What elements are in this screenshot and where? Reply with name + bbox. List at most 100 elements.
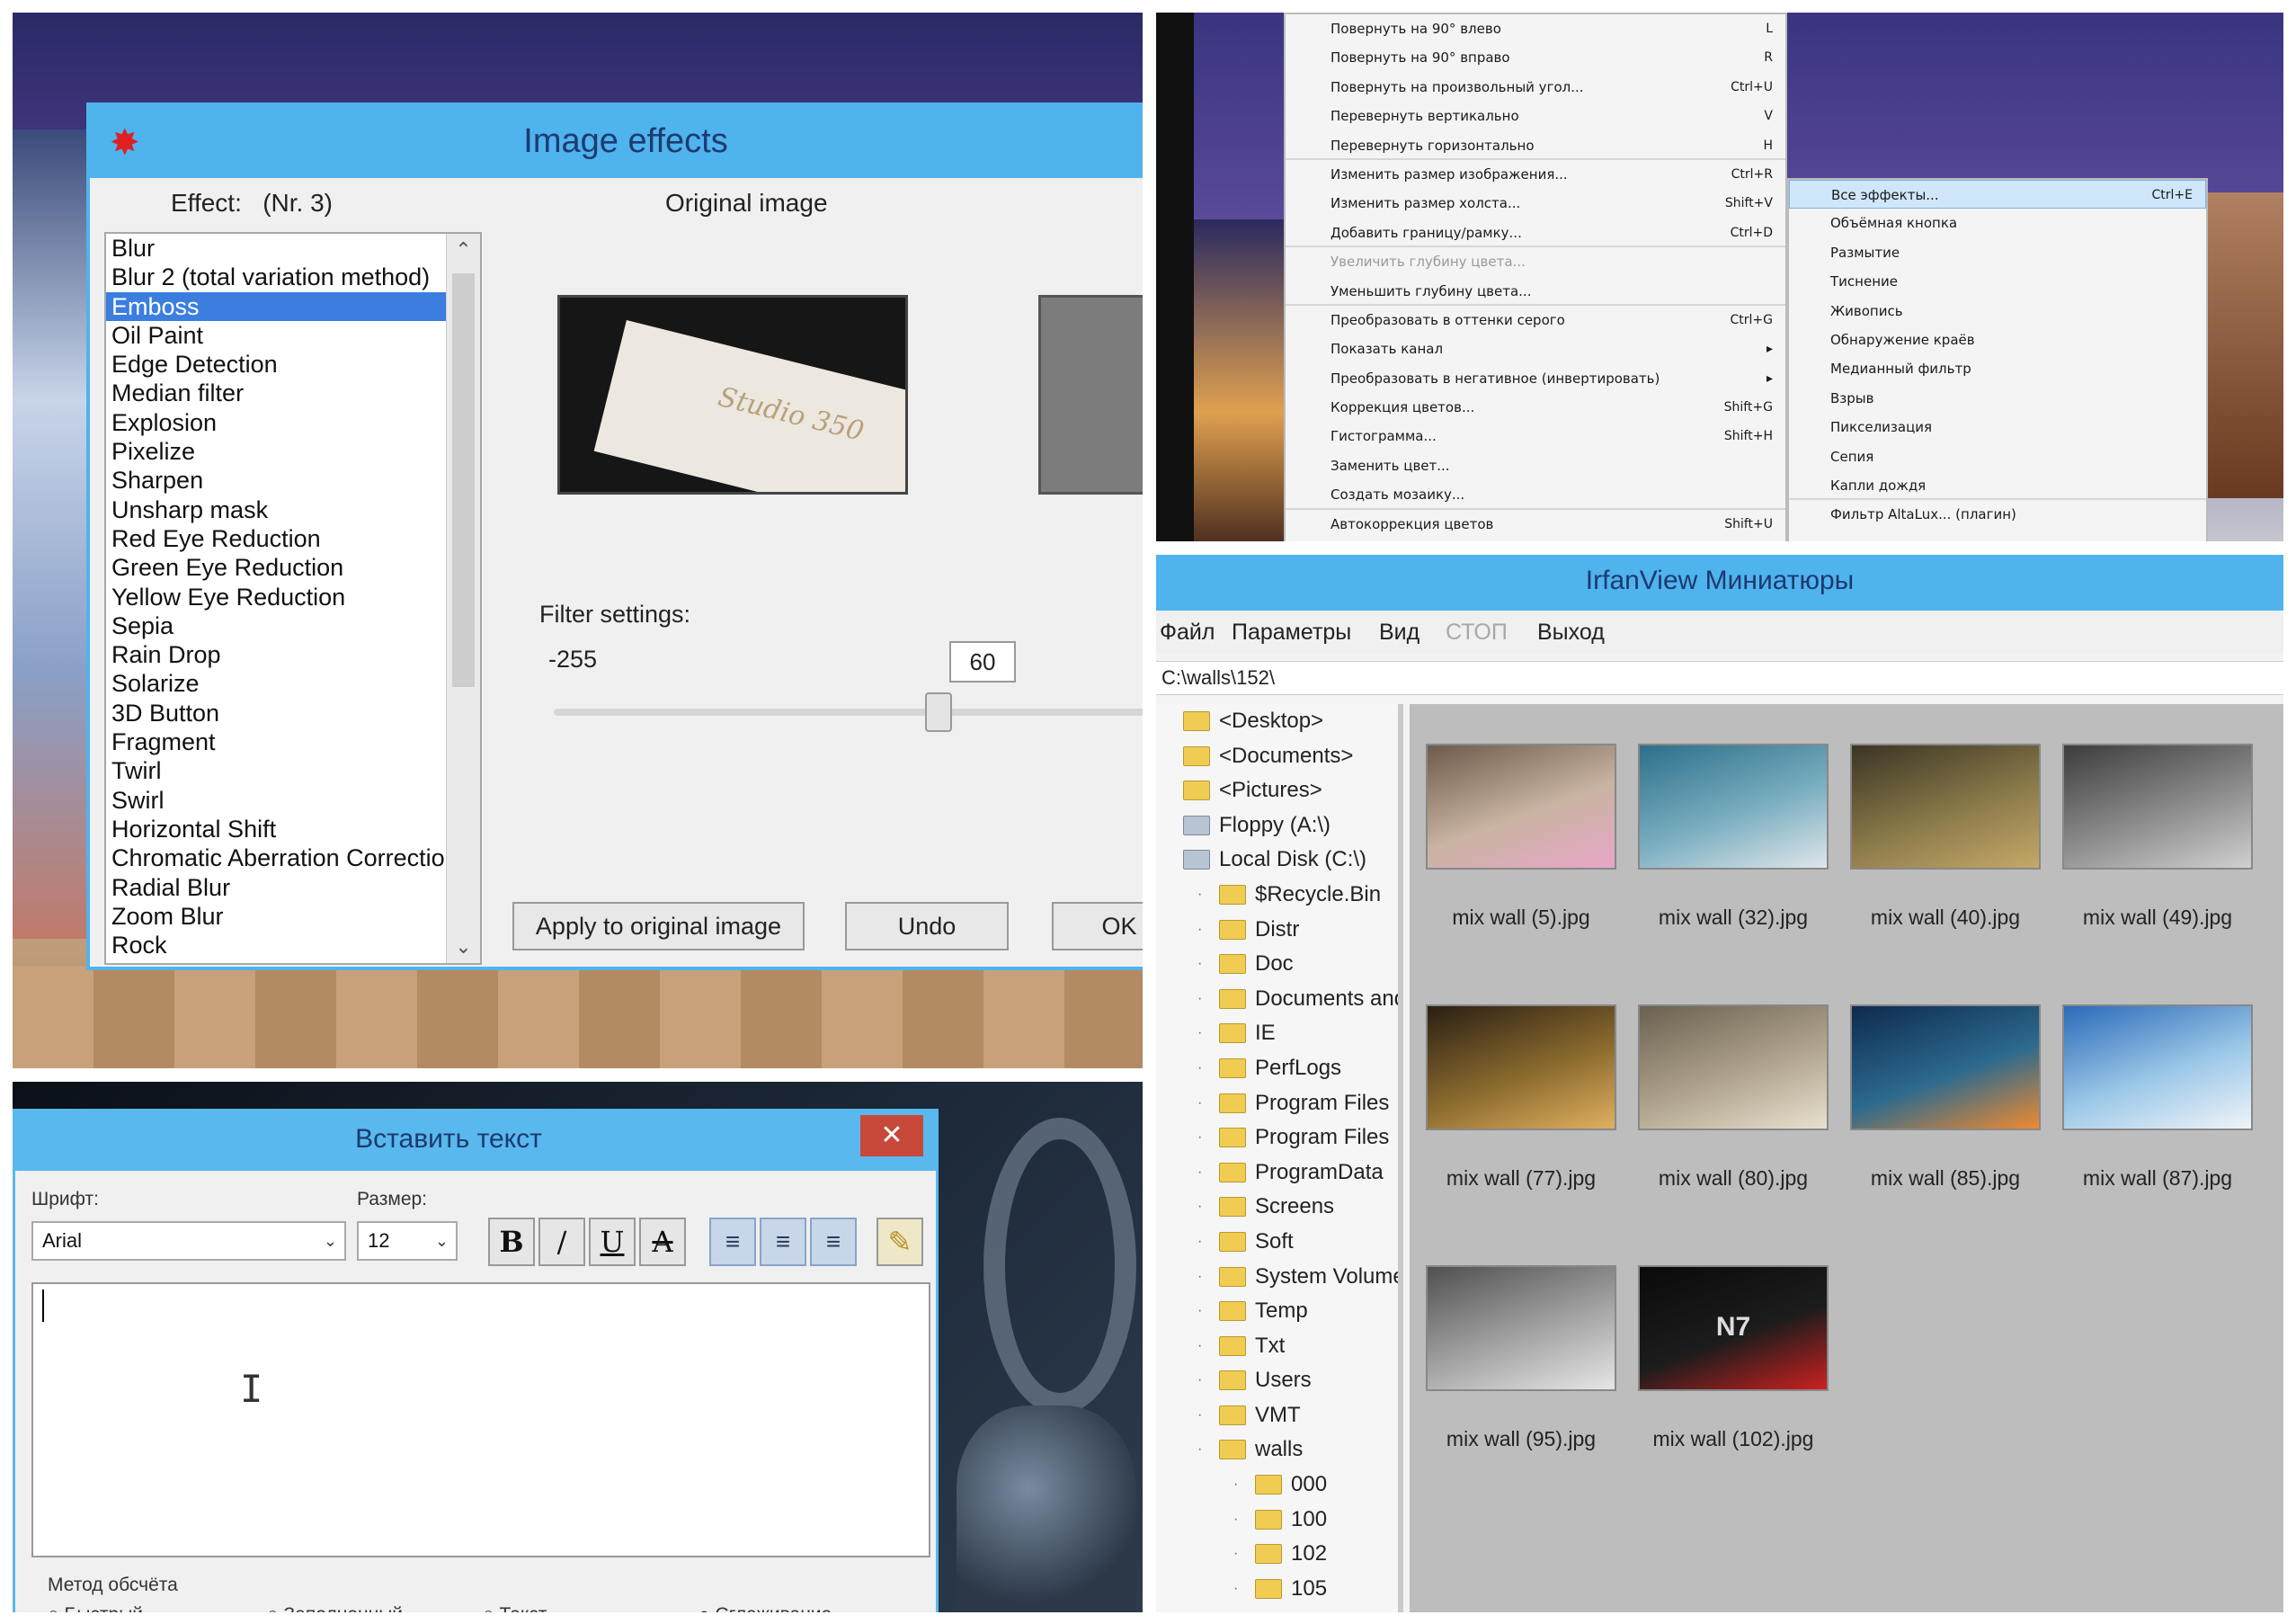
thumbnail-image[interactable] <box>1426 1265 1616 1391</box>
thumbnail-image[interactable] <box>1850 744 2041 870</box>
scroll-up-icon[interactable]: ⌃ <box>447 234 480 266</box>
effect-item[interactable]: Emboss <box>106 291 448 321</box>
thumbnail-image[interactable] <box>1426 1004 1616 1130</box>
menu-item[interactable]: Автокоррекция цветов Shift+U <box>1286 510 1785 539</box>
menu-item[interactable]: Преобразовать в оттенки серого Ctrl+G <box>1286 306 1785 335</box>
thumbnail-image[interactable] <box>1426 744 1616 870</box>
menu-item[interactable]: Тиснение <box>1789 267 2206 296</box>
tree-folder[interactable]: · Program Files <box>1156 1120 1398 1156</box>
menu-item[interactable]: Пикселизация <box>1789 413 2206 442</box>
expand-icon[interactable]: · <box>1197 1086 1202 1120</box>
effect-item[interactable]: Chromatic Aberration Correction <box>106 843 480 872</box>
tree-folder[interactable]: · Users <box>1156 1363 1398 1398</box>
menu-item[interactable]: Уменьшить глубину цвета... <box>1286 277 1785 306</box>
menu-item[interactable]: Размытие <box>1789 238 2206 267</box>
menu-view[interactable]: Вид <box>1379 620 1419 646</box>
expand-icon[interactable]: · <box>1233 1572 1238 1606</box>
thumbnail-image[interactable] <box>1850 1004 2041 1130</box>
expand-icon[interactable]: · <box>1197 1432 1202 1467</box>
expand-icon[interactable]: · <box>1197 1260 1202 1294</box>
filter-value-field[interactable]: 60 <box>949 641 1016 683</box>
expand-icon[interactable]: · <box>1197 878 1202 912</box>
align-right-button[interactable]: ≡ <box>810 1218 857 1266</box>
thumbnail-image[interactable]: N7 <box>1638 1265 1829 1391</box>
effect-item[interactable]: Explosion <box>106 408 480 437</box>
tree-folder[interactable]: · 000 <box>1156 1468 1398 1503</box>
expand-icon[interactable]: · <box>1197 1120 1202 1155</box>
expand-icon[interactable]: · <box>1233 1468 1238 1502</box>
effects-list[interactable]: Blur Blur 2 (total variation method) Embos… <box>104 232 482 965</box>
apply-button[interactable]: Apply to original image <box>512 902 805 950</box>
effect-item[interactable]: Sepia <box>106 611 480 640</box>
expand-icon[interactable]: · <box>1197 1294 1202 1328</box>
menu-item[interactable]: Взрыв <box>1789 384 2206 413</box>
menu-exit[interactable]: Выход <box>1537 620 1605 646</box>
menu-item[interactable]: Коррекция цветов... Shift+G <box>1286 393 1785 422</box>
effect-item[interactable]: Unsharp mask <box>106 495 480 524</box>
menu-item[interactable]: Создать мозаику... <box>1286 480 1785 510</box>
effect-item[interactable]: Pixelize <box>106 437 480 466</box>
tree-folder[interactable]: · Documents and <box>1156 982 1398 1017</box>
tree-folder[interactable]: · PerfLogs <box>1156 1051 1398 1086</box>
menu-item[interactable]: Преобразовать в негативное (инвертироват… <box>1286 364 1785 393</box>
menu-stop[interactable]: СТОП <box>1446 620 1508 646</box>
effect-item[interactable]: Fragment <box>106 727 480 756</box>
color-picker-icon[interactable]: ✎ <box>877 1218 923 1266</box>
effect-item[interactable]: Horizontal Shift <box>106 815 480 843</box>
underline-button[interactable]: U <box>589 1218 636 1266</box>
effect-item[interactable]: Median filter <box>106 379 480 407</box>
bold-button[interactable]: B <box>488 1218 535 1266</box>
effect-item[interactable]: Rain Drop <box>106 640 480 669</box>
scrollbar-thumb[interactable] <box>452 273 475 687</box>
menu-item[interactable]: Капли дождя <box>1789 471 2206 501</box>
thumbnail-image[interactable] <box>2062 744 2253 870</box>
tree-drive[interactable]: Floppy (A:\) <box>1156 808 1398 843</box>
effect-item[interactable]: 3D Button <box>106 699 480 727</box>
menu-item[interactable]: Сепия <box>1789 442 2206 471</box>
strikethrough-button[interactable]: A <box>639 1218 686 1266</box>
menu-item[interactable]: Фильтр AltaLux... (плагин) <box>1789 500 2206 529</box>
menu-item[interactable]: Увеличить глубину цвета... <box>1286 247 1785 276</box>
radio-filled[interactable]: ○ Заполненный <box>267 1604 403 1612</box>
tree-folder[interactable]: · 105 <box>1156 1572 1398 1607</box>
tree-folder[interactable]: · Program Files <box>1156 1086 1398 1121</box>
tree-folder[interactable]: · 102 <box>1156 1537 1398 1572</box>
menu-item[interactable]: Добавить границу/рамку... Ctrl+D <box>1286 219 1785 248</box>
tree-folder[interactable]: · Doc <box>1156 947 1398 982</box>
effect-item[interactable]: Oil Paint <box>106 321 480 350</box>
menu-item[interactable]: Заменить цвет... <box>1286 451 1785 480</box>
effect-item[interactable]: Red Eye Reduction <box>106 524 480 553</box>
effect-item[interactable]: Sharpen <box>106 466 480 495</box>
expand-icon[interactable]: · <box>1233 1537 1238 1571</box>
expand-icon[interactable]: · <box>1197 947 1202 981</box>
expand-icon[interactable]: · <box>1197 1051 1202 1085</box>
tree-folder[interactable]: · Screens <box>1156 1190 1398 1225</box>
menu-item[interactable]: Повернуть на 90° вправо R <box>1286 43 1785 72</box>
font-select[interactable]: Arial ⌄ <box>31 1221 346 1261</box>
effect-item[interactable]: Green Eye Reduction <box>106 553 480 582</box>
menu-item[interactable]: Гистограмма... Shift+H <box>1286 422 1785 451</box>
thumbnail-image[interactable] <box>1638 1004 1829 1130</box>
menu-item[interactable]: Обнаружение краёв <box>1789 326 2206 354</box>
effect-item[interactable]: Radial Blur <box>106 873 480 902</box>
tree-folder[interactable]: · ProgramData <box>1156 1156 1398 1191</box>
menu-item[interactable]: Медианный фильтр <box>1789 354 2206 383</box>
filter-slider-track[interactable] <box>554 709 1143 716</box>
effect-item[interactable]: Solarize <box>106 669 480 698</box>
effect-item[interactable]: Yellow Eye Reduction <box>106 583 480 611</box>
radio-fast[interactable]: ○ Быстрый <box>48 1604 143 1612</box>
effect-item[interactable]: Edge Detection <box>106 350 480 379</box>
radio-antialias[interactable]: ● Сглаживание <box>699 1604 832 1612</box>
menu-item[interactable]: Объёмная кнопка <box>1789 209 2206 237</box>
menu-file[interactable]: Файл <box>1160 620 1215 646</box>
effect-item[interactable]: Swirl <box>106 786 480 815</box>
effects-list-scrollbar[interactable]: ⌃ ⌄ <box>446 234 480 963</box>
ok-button[interactable]: OK <box>1052 902 1143 950</box>
menu-options[interactable]: Параметры <box>1232 620 1351 646</box>
expand-icon[interactable]: · <box>1197 982 1202 1016</box>
tree-folder[interactable]: · IE <box>1156 1016 1398 1051</box>
tree-folder[interactable]: · VMT <box>1156 1398 1398 1433</box>
menu-item[interactable]: Живопись <box>1789 297 2206 326</box>
expand-icon[interactable]: · <box>1197 1363 1202 1397</box>
menu-item[interactable]: Изменить размер холста... Shift+V <box>1286 189 1785 218</box>
